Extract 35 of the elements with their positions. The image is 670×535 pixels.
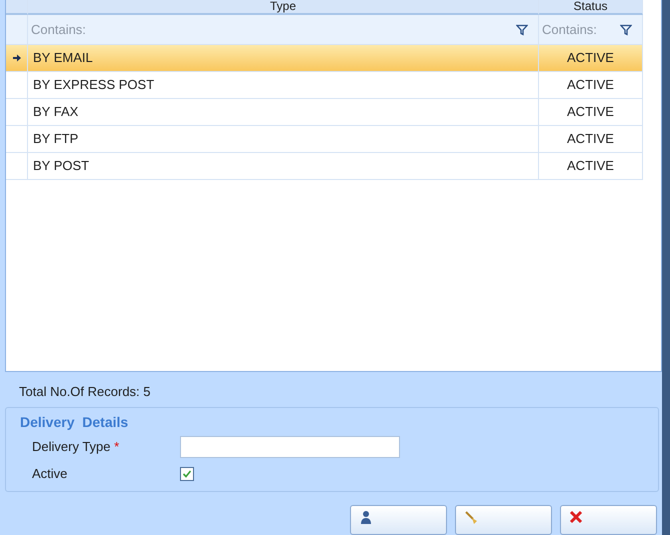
table-cell: ACTIVE — [539, 126, 643, 153]
text-field[interactable] — [180, 436, 400, 458]
record-count: Total No.Of Records: 5 — [18, 383, 152, 402]
row-indicator-cell[interactable] — [6, 126, 28, 153]
person-icon — [359, 510, 373, 524]
field-label: Active — [32, 466, 68, 481]
header-corner-cell — [6, 0, 28, 15]
table-cell: ACTIVE — [539, 153, 643, 180]
row-indicator-cell[interactable] — [6, 153, 28, 180]
row-pointer-icon — [12, 54, 20, 62]
checkbox[interactable] — [180, 466, 194, 480]
section-title: Delivery Details — [20, 413, 130, 432]
table-cell: BY FAX — [28, 99, 539, 126]
column-header[interactable]: Status — [539, 0, 643, 15]
filter-field[interactable]: Contains: — [539, 15, 642, 44]
table-cell: ACTIVE — [539, 72, 643, 99]
table-cell: BY EMAIL — [28, 45, 539, 72]
table-cell: ACTIVE — [539, 45, 643, 72]
row-indicator-cell[interactable] — [6, 45, 28, 72]
broom-icon — [464, 510, 478, 524]
filter-icon[interactable] — [620, 24, 632, 36]
row-indicator-cell[interactable] — [6, 99, 28, 126]
field-label: Delivery Type — [32, 438, 111, 454]
row-indicator-cell[interactable] — [6, 72, 28, 99]
filter-icon[interactable] — [516, 24, 528, 36]
close-icon — [569, 510, 583, 524]
table-cell: BY FTP — [28, 126, 539, 153]
table-cell: BY POST — [28, 153, 539, 180]
close-button[interactable] — [560, 505, 657, 535]
table-cell: ACTIVE — [539, 99, 643, 126]
required-mark: * — [114, 438, 120, 454]
filter-field[interactable]: Contains: — [28, 15, 538, 44]
column-header[interactable]: Type — [28, 0, 539, 15]
table-cell: BY EXPRESS POST — [28, 72, 539, 99]
add-button[interactable] — [350, 505, 447, 535]
